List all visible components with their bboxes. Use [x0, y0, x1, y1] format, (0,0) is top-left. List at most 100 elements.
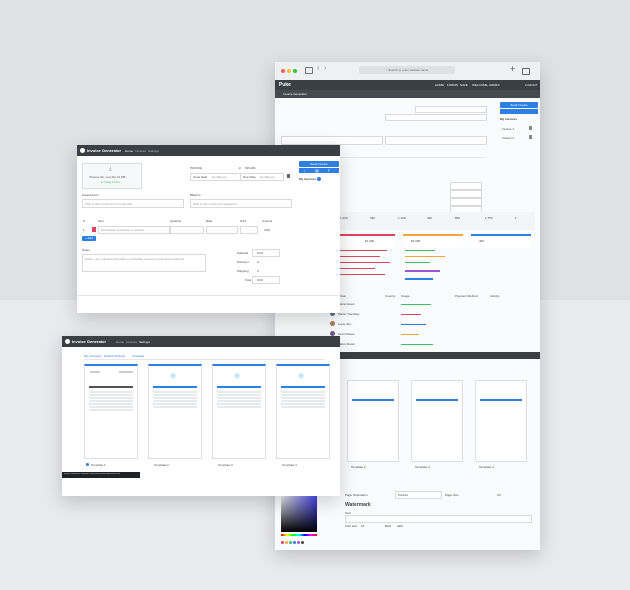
template-thumb-back-2[interactable] — [347, 380, 399, 462]
shipping-value[interactable]: 0 — [257, 269, 259, 273]
page-orientation-select[interactable]: Portrait — [395, 491, 442, 499]
bar-red-3 — [335, 262, 390, 263]
discount-back[interactable] — [450, 190, 482, 198]
nav-home[interactable]: Home — [116, 340, 124, 344]
trash-icon-1[interactable] — [529, 126, 532, 130]
template-thumb-4[interactable]: ⚛ — [276, 364, 330, 459]
font-size-value[interactable]: 12 — [361, 524, 364, 528]
nav-settings[interactable]: Settings — [148, 149, 159, 153]
template-thumb-back-3[interactable] — [411, 380, 463, 462]
send-invoice-button-back[interactable]: Send Invoice — [500, 102, 538, 108]
back-icon[interactable]: ‹ — [317, 65, 319, 72]
add-line-button[interactable]: + Add Line — [82, 236, 96, 245]
color-hue-slider[interactable] — [281, 534, 317, 536]
thumb-table-header — [281, 386, 325, 388]
top-link-save[interactable]: SAVE — [460, 83, 468, 87]
date-fields-back[interactable] — [385, 114, 487, 121]
shipping-back[interactable] — [450, 198, 482, 206]
swatch-purple[interactable] — [297, 541, 300, 544]
user-row-5[interactable]: Marco Rossi — [325, 340, 535, 348]
total-field: 0.00 — [252, 276, 280, 284]
invoice-header-back: Invoice Generator — [275, 90, 540, 98]
user-row-1[interactable]: Maria Green — [325, 300, 535, 308]
swatch-blue[interactable] — [293, 541, 296, 544]
watermark-text-input[interactable] — [345, 515, 532, 523]
app-logo-icon — [65, 339, 70, 344]
issued-from-input[interactable]: Who is this invoice from? (required) — [82, 199, 184, 208]
top-link-logout[interactable]: LOGOUT — [525, 83, 538, 87]
upload-link[interactable]: or Drag it here — [101, 180, 120, 184]
app-title[interactable]: Invoice Generator — [72, 339, 106, 344]
top-link-forms[interactable]: FORMS — [447, 83, 458, 87]
bill-to-input[interactable]: Who is this invoice to? (required) — [190, 199, 292, 208]
item-placeholder: Description of service or product — [101, 228, 145, 232]
notes-input[interactable]: Notes - any relevant information not alr… — [82, 254, 206, 272]
issue-date-field[interactable]: Issue Date mm/dd/yyyy — [190, 173, 242, 181]
template-thumb-1[interactable] — [84, 364, 138, 459]
nav-home[interactable]: Home — [125, 149, 133, 153]
app-logo[interactable]: Puke — [279, 82, 291, 88]
user-row-3[interactable]: Louis Jan — [325, 320, 535, 328]
issued-from-back[interactable] — [281, 136, 383, 145]
invoice-number[interactable]: INV-001 — [245, 166, 256, 170]
invoice-item-1-back[interactable]: Invoice 1 — [502, 127, 514, 131]
tab-template[interactable]: Template — [132, 354, 144, 358]
bold-toggle[interactable]: Bold — [385, 524, 391, 528]
delete-row-icon[interactable] — [92, 227, 96, 232]
gst-input[interactable] — [240, 226, 258, 234]
sidebar-icon[interactable] — [305, 67, 313, 74]
page-size-value[interactable]: A4 — [497, 493, 501, 497]
print-icon[interactable]: ▤ — [315, 168, 319, 173]
nav-invoices[interactable]: Invoices — [126, 340, 137, 344]
template-thumb-3[interactable]: ⚛ — [212, 364, 266, 459]
forward-icon[interactable]: › — [324, 65, 326, 72]
due-date-field[interactable]: Due Date mm/dd/yyyy — [240, 173, 284, 181]
new-tab-icon[interactable]: + — [510, 64, 515, 74]
users-table: User Country Usage Payment Method Activi… — [325, 294, 535, 350]
rate-input[interactable] — [206, 226, 238, 234]
send-invoice-button[interactable]: Send Invoice — [299, 161, 339, 167]
nav-settings[interactable]: Settings — [139, 340, 150, 344]
swatch-dark[interactable] — [301, 541, 304, 544]
card-orders: $2,300 — [403, 234, 463, 248]
share-icon[interactable]: ⇪ — [327, 168, 330, 173]
swatch-orange[interactable] — [285, 541, 288, 544]
discount-value[interactable]: 0 — [257, 260, 259, 264]
thumb-rows — [153, 390, 197, 409]
color-swatches[interactable] — [281, 540, 317, 546]
tab-my-company[interactable]: My Company — [84, 354, 102, 358]
invoice-item-2-back[interactable]: Invoice 2 — [502, 136, 514, 140]
color-picker[interactable] — [281, 494, 317, 532]
tabs-overview-icon[interactable] — [522, 68, 530, 75]
top-link-home[interactable]: HOME — [435, 83, 444, 87]
stat-7: 1 — [515, 216, 517, 220]
swatch-green[interactable] — [289, 541, 292, 544]
template-thumb-back-4[interactable] — [475, 380, 527, 462]
app-title[interactable]: Invoice Generator — [87, 148, 121, 153]
minimize-dot-icon[interactable] — [287, 69, 291, 73]
address-bar[interactable]: ⌕ Search or enter website name — [359, 66, 455, 74]
tab-default-settings[interactable]: Default Settings — [104, 354, 125, 358]
item-description-input[interactable]: Description of service or product — [98, 226, 170, 234]
selected-radio-icon[interactable] — [86, 463, 89, 466]
calendar-icon[interactable] — [287, 174, 290, 178]
template-label-1: Template 1 — [91, 463, 106, 467]
dashboard-cards: $1,000 $2,300 400 — [335, 234, 535, 248]
stats-row: 1,200 530 1,100 400 850 1,750 1 — [335, 212, 535, 230]
bill-to-back[interactable] — [385, 136, 487, 145]
maximize-dot-icon[interactable] — [293, 69, 297, 73]
top-link-welcome[interactable]: WELCOME, ADMIN! — [472, 83, 500, 87]
trash-icon-2[interactable] — [529, 135, 532, 139]
user-row-4[interactable]: Kevin Moore — [325, 330, 535, 338]
nav-invoices[interactable]: Invoices — [135, 149, 146, 153]
template-thumb-2[interactable]: ⚛ — [148, 364, 202, 459]
quantity-input[interactable] — [170, 226, 204, 234]
italic-toggle[interactable]: Italic — [397, 524, 403, 528]
user-row-2[interactable]: Martin Tremblay — [325, 310, 535, 318]
close-dot-icon[interactable] — [281, 69, 285, 73]
download-icon[interactable]: ↓ — [303, 168, 305, 173]
invoice-no-back[interactable] — [415, 106, 487, 113]
user-name: Louis Jan — [338, 322, 351, 326]
swatch-red[interactable] — [281, 541, 284, 544]
logo-upload-zone[interactable]: ⤓ Choose file, max file 10 MB or Drag it… — [82, 163, 142, 189]
